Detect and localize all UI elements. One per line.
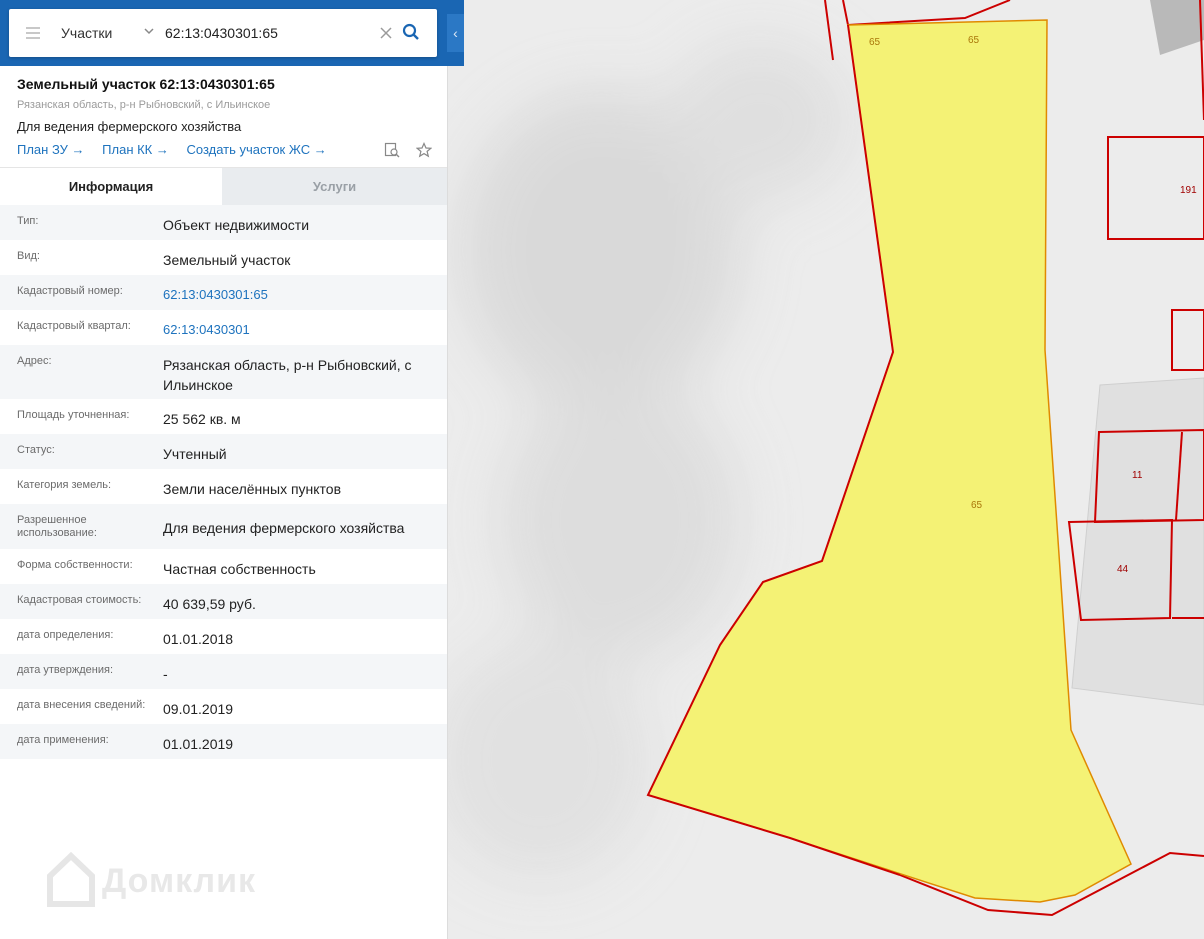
list-item: Категория земель: Земли населённых пункт…	[0, 469, 447, 504]
list-item: Тип: Объект недвижимости	[0, 205, 447, 240]
property-value: 01.01.2019	[163, 736, 234, 752]
property-value: Для ведения фермерского хозяйства	[163, 520, 405, 536]
search-icon[interactable]	[402, 23, 420, 41]
tab-information[interactable]: Информация	[0, 168, 222, 206]
list-item: дата применения: 01.01.2019	[0, 724, 447, 759]
property-label: Статус:	[17, 444, 55, 456]
tab-services[interactable]: Услуги	[222, 168, 447, 206]
property-label: дата внесения сведений:	[17, 699, 146, 711]
cadastral-quarter-link[interactable]: 62:13:0430301	[163, 320, 433, 340]
info-panel: Земельный участок 62:13:0430301:65 Рязан…	[0, 66, 448, 939]
list-item: Разрешенное использование: Для ведения ф…	[0, 504, 447, 549]
domclick-logo-icon	[47, 852, 95, 907]
property-value: 09.01.2019	[163, 701, 234, 717]
page-title: Земельный участок 62:13:0430301:65	[17, 76, 275, 92]
property-value: 25 562 кв. м	[163, 411, 241, 427]
property-value: Объект недвижимости	[163, 217, 310, 233]
parcel-purpose: Для ведения фермерского хозяйства	[17, 119, 242, 134]
chevron-down-icon[interactable]	[143, 25, 155, 37]
list-item: Вид: Земельный участок	[0, 240, 447, 275]
parcel-number-label: 44	[1117, 564, 1129, 575]
tab-bar: Информация Услуги	[0, 167, 447, 206]
property-label: дата применения:	[17, 734, 109, 746]
menu-icon[interactable]	[26, 27, 40, 39]
property-label: Площадь уточненная:	[17, 409, 130, 421]
property-value: Частная собственность	[163, 561, 316, 577]
parcel-number-label: 11	[1132, 470, 1143, 481]
star-icon[interactable]	[416, 142, 433, 158]
property-label: Тип:	[17, 215, 39, 227]
property-label: дата определения:	[17, 629, 114, 641]
list-item: Кадастровый квартал: 62:13:0430301	[0, 310, 447, 345]
parcel-number-label: 65	[968, 35, 980, 46]
parcel-number-label: 65	[869, 37, 881, 48]
property-label: Кадастровый номер:	[17, 285, 123, 297]
action-links: План ЗУ → План КК → Создать участок ЖС →	[17, 142, 341, 157]
property-label: Разрешенное использование:	[17, 514, 97, 539]
plan-zu-link[interactable]: План ЗУ →	[17, 142, 85, 157]
plan-kk-link[interactable]: План КК →	[102, 142, 169, 157]
object-type-label: Участки	[61, 25, 113, 41]
list-item: дата определения: 01.01.2018	[0, 619, 447, 654]
property-label: Вид:	[17, 250, 40, 262]
properties-list: Тип: Объект недвижимости Вид: Земельный …	[0, 205, 447, 759]
parcel-number-label: 65	[971, 500, 983, 511]
object-type-select[interactable]: Участки	[61, 9, 112, 57]
list-item: дата утверждения: -	[0, 654, 447, 689]
property-value: 01.01.2018	[163, 631, 234, 647]
action-icons	[384, 142, 444, 163]
property-value: Учтенный	[163, 446, 227, 462]
close-icon[interactable]	[379, 26, 393, 40]
property-value: Земли населённых пунктов	[163, 481, 342, 497]
property-value: 40 639,59 руб.	[163, 596, 256, 612]
search-document-icon[interactable]	[384, 142, 400, 158]
cadastral-number-link[interactable]: 62:13:0430301:65	[163, 285, 433, 305]
list-item: Кадастровый номер: 62:13:0430301:65	[0, 275, 447, 310]
property-label: Адрес:	[17, 355, 52, 367]
parcel-address: Рязанская область, р-н Рыбновский, с Иль…	[17, 99, 271, 111]
search-bar: Участки	[9, 9, 437, 57]
list-item: Площадь уточненная: 25 562 кв. м	[0, 399, 447, 434]
search-input[interactable]	[165, 19, 365, 47]
property-value: -	[163, 666, 168, 682]
property-label: Кадастровая стоимость:	[17, 594, 142, 606]
list-item: Статус: Учтенный	[0, 434, 447, 469]
list-item: Форма собственности: Частная собственнос…	[0, 549, 447, 584]
property-label: дата утверждения:	[17, 664, 114, 676]
property-label: Кадастровый квартал:	[17, 320, 131, 332]
list-item: Кадастровая стоимость: 40 639,59 руб.	[0, 584, 447, 619]
create-zhs-link[interactable]: Создать участок ЖС →	[187, 142, 327, 157]
collapse-panel-toggle[interactable]: ‹	[447, 14, 464, 52]
watermark: Домклик	[102, 862, 257, 900]
property-label: Форма собственности:	[17, 559, 133, 571]
parcel-number-label: 191	[1180, 185, 1197, 196]
property-value: Рязанская область, р-н Рыбновский, с Иль…	[163, 357, 412, 393]
property-label: Категория земель:	[17, 479, 112, 491]
property-value: Земельный участок	[163, 252, 291, 268]
list-item: Адрес: Рязанская область, р-н Рыбновский…	[0, 345, 447, 399]
list-item: дата внесения сведений: 09.01.2019	[0, 689, 447, 724]
